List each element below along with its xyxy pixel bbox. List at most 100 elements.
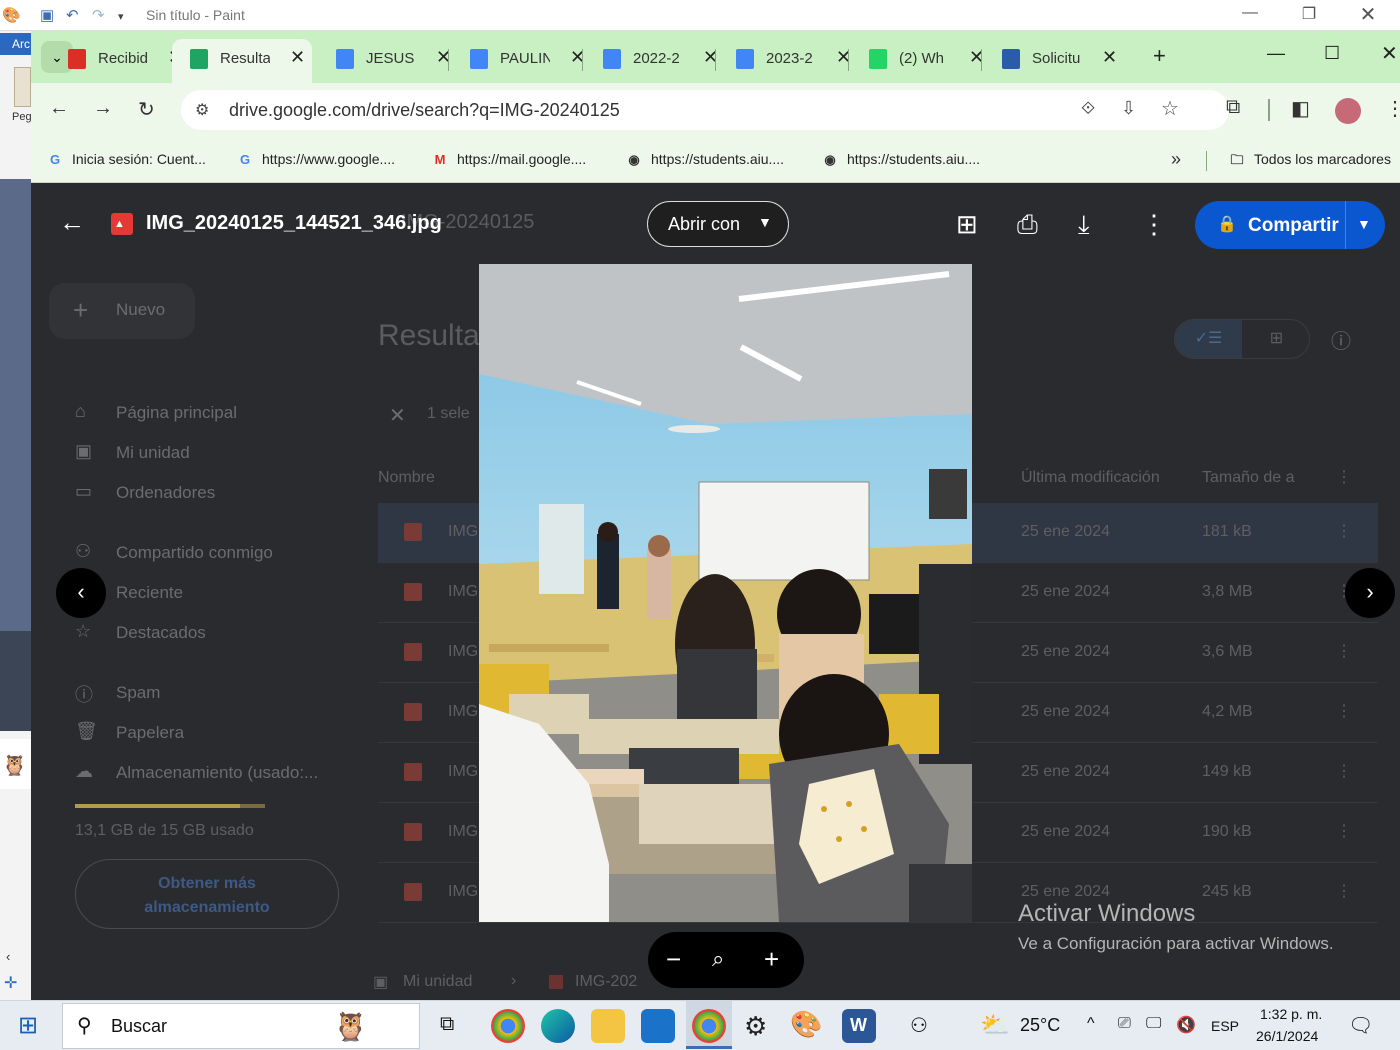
url-text[interactable]: drive.google.com/drive/search?q=IMG-2024… [229, 100, 620, 121]
bookmark-item[interactable]: G Inicia sesión: Cuent... [46, 151, 206, 169]
weather-temperature[interactable]: 25°C [1020, 1015, 1060, 1036]
get-more-storage-button[interactable]: Obtener más almacenamiento [75, 859, 339, 929]
bookmark-item[interactable]: Ghttps://www.google.... [236, 151, 395, 169]
chrome-menu-icon[interactable]: ⋮ [1385, 96, 1400, 121]
row-more-icon[interactable]: ⋮ [1336, 881, 1352, 901]
redo-icon[interactable]: ↷ [92, 6, 105, 24]
breadcrumb-item[interactable]: IMG-202 [575, 973, 637, 991]
network-icon[interactable]: 🖵 [1146, 1015, 1161, 1033]
bookmark-star-icon[interactable]: ☆ [1161, 96, 1179, 121]
new-tab-button[interactable]: + [1153, 43, 1166, 69]
column-size[interactable]: Tamaño de a [1202, 469, 1295, 487]
install-app-icon[interactable]: ⇩ [1121, 98, 1136, 119]
paint-canvas[interactable] [0, 179, 31, 634]
notifications-icon[interactable]: 🗨 [1348, 1013, 1373, 1038]
language-indicator[interactable]: ESP [1211, 1018, 1239, 1034]
add-comment-icon[interactable]: ⊞ [956, 209, 978, 240]
download-icon[interactable]: ⤓ [1078, 209, 1090, 241]
chrome-minimize-button[interactable]: — [1267, 43, 1285, 64]
minimize-button[interactable]: — [1227, 4, 1273, 22]
clock-time[interactable]: 1:32 p. m. [1260, 1006, 1322, 1022]
tab-3[interactable]: PAULIN ✕ [452, 39, 585, 83]
row-more-icon[interactable]: ⋮ [1336, 761, 1352, 781]
new-button[interactable]: + Nuevo [49, 283, 195, 339]
paste-label[interactable]: Peg [12, 111, 32, 123]
extensions-icon[interactable]: ⧉ [1226, 96, 1240, 119]
more-actions-icon[interactable]: ⋮ [1141, 209, 1167, 240]
file-explorer-icon[interactable] [591, 1009, 625, 1043]
viewer-back-arrow-icon[interactable]: ← [59, 207, 85, 238]
close-button[interactable]: ✕ [1345, 2, 1391, 27]
mail-icon[interactable] [641, 1009, 675, 1043]
open-with-button[interactable]: Abrir con ▼ [647, 201, 789, 247]
list-view-icon[interactable]: ✓☰ [1175, 320, 1242, 358]
bookmark-item[interactable]: Mhttps://mail.google.... [431, 151, 587, 169]
windows-start-icon[interactable]: ⊞ [18, 1011, 38, 1040]
forward-arrow-icon[interactable]: → [93, 97, 113, 120]
columns-more-icon[interactable]: ⋮ [1336, 467, 1352, 487]
save-icon[interactable]: ▣ [40, 6, 54, 24]
grid-view-icon[interactable]: ⊞ [1243, 320, 1310, 358]
tab-7[interactable]: Solicitu ✕ [984, 39, 1117, 83]
chrome-close-button[interactable]: ✕ [1381, 41, 1398, 66]
word-taskbar-icon[interactable]: W [842, 1009, 876, 1043]
tab-1[interactable]: Resulta ✕ [172, 39, 312, 83]
row-more-icon[interactable]: ⋮ [1336, 821, 1352, 841]
close-tab-icon[interactable]: ✕ [1102, 47, 1117, 68]
zoom-in-icon[interactable]: + [764, 944, 779, 975]
previous-image-button[interactable]: ‹ [56, 568, 106, 618]
all-bookmarks-folder[interactable]: 🗀 Todos los marcadores [1228, 151, 1390, 169]
paste-icon[interactable] [14, 67, 31, 107]
zoom-out-icon[interactable]: − [666, 944, 681, 975]
taskbar-search[interactable]: ⚲ Buscar 🦉 [62, 1003, 420, 1049]
maximize-button[interactable]: ❐ [1286, 4, 1332, 24]
share-button[interactable]: 🔒 Compartir ▼ [1195, 201, 1385, 249]
next-image-button[interactable]: › [1345, 568, 1395, 618]
paint-canvas-lower[interactable] [0, 631, 31, 731]
weather-icon[interactable]: ⛅ [980, 1011, 1010, 1040]
back-arrow-icon[interactable]: ← [49, 97, 69, 120]
clock-date[interactable]: 26/1/2024 [1256, 1028, 1318, 1044]
tab-0[interactable]: Recibid✕ [50, 39, 183, 83]
bookmark-item[interactable]: ◉ https://students.aiu.... [625, 151, 784, 169]
chrome-taskbar-icon[interactable] [491, 1009, 525, 1043]
chrome-maximize-button[interactable]: ☐ [1324, 43, 1340, 64]
edge-taskbar-icon[interactable] [541, 1009, 575, 1043]
print-icon[interactable]: ⎙ [1017, 209, 1038, 241]
side-panel-icon[interactable]: ◧ [1291, 96, 1310, 121]
bookmark-item[interactable]: ◉ https://students.aiu.... [821, 151, 980, 169]
undo-icon[interactable]: ↶ [66, 6, 79, 24]
profile-avatar[interactable] [1335, 98, 1361, 124]
camera-icon[interactable]: ⎚ [1118, 1015, 1131, 1033]
row-more-icon[interactable]: ⋮ [1336, 521, 1352, 541]
breadcrumb-root[interactable]: Mi unidad [403, 973, 472, 991]
customize-quick-access-icon[interactable]: ▾ [118, 10, 124, 23]
people-icon[interactable]: ⚇ [910, 1013, 928, 1038]
reload-icon[interactable]: ↻ [138, 97, 155, 122]
show-hidden-icons-icon[interactable]: ^ [1087, 1015, 1095, 1033]
chrome-active-taskbar-item[interactable] [686, 1001, 732, 1049]
paint-file-tab[interactable]: Arc [0, 33, 31, 55]
volume-muted-icon[interactable]: 🔇 [1176, 1015, 1196, 1035]
scroll-left-icon[interactable]: ‹ [6, 949, 10, 964]
tab-6[interactable]: (2) Wh ✕ [851, 39, 984, 83]
view-toggle[interactable]: ✓☰ ⊞ [1174, 319, 1310, 359]
info-icon[interactable]: ⓘ [1331, 325, 1351, 354]
task-view-icon[interactable]: ⧉ [440, 1013, 454, 1036]
clear-selection-icon[interactable]: ✕ [389, 403, 406, 428]
tab-5[interactable]: 2023-2 ✕ [718, 39, 851, 83]
zoom-magnifier-icon[interactable]: ⌕ [712, 946, 724, 972]
row-more-icon[interactable]: ⋮ [1336, 641, 1352, 661]
tab-4[interactable]: 2022-2 ✕ [585, 39, 718, 83]
site-info-icon[interactable]: ⚙ [195, 100, 209, 120]
paint-taskbar-icon[interactable]: 🎨 [790, 1009, 822, 1040]
more-bookmarks-icon[interactable]: » [1171, 149, 1181, 170]
tab-2[interactable]: JESUS ✕ [318, 39, 451, 83]
column-name[interactable]: Nombre [378, 469, 435, 487]
address-bar[interactable]: ⚙ drive.google.com/drive/search?q=IMG-20… [181, 90, 1229, 130]
lens-icon[interactable]: ⟐ [1081, 98, 1095, 119]
close-tab-icon[interactable]: ✕ [290, 47, 305, 68]
share-caret-icon[interactable]: ▼ [1357, 216, 1371, 232]
column-modified[interactable]: Última modificación [1021, 469, 1160, 487]
settings-gear-icon[interactable]: ⚙ [744, 1011, 767, 1042]
